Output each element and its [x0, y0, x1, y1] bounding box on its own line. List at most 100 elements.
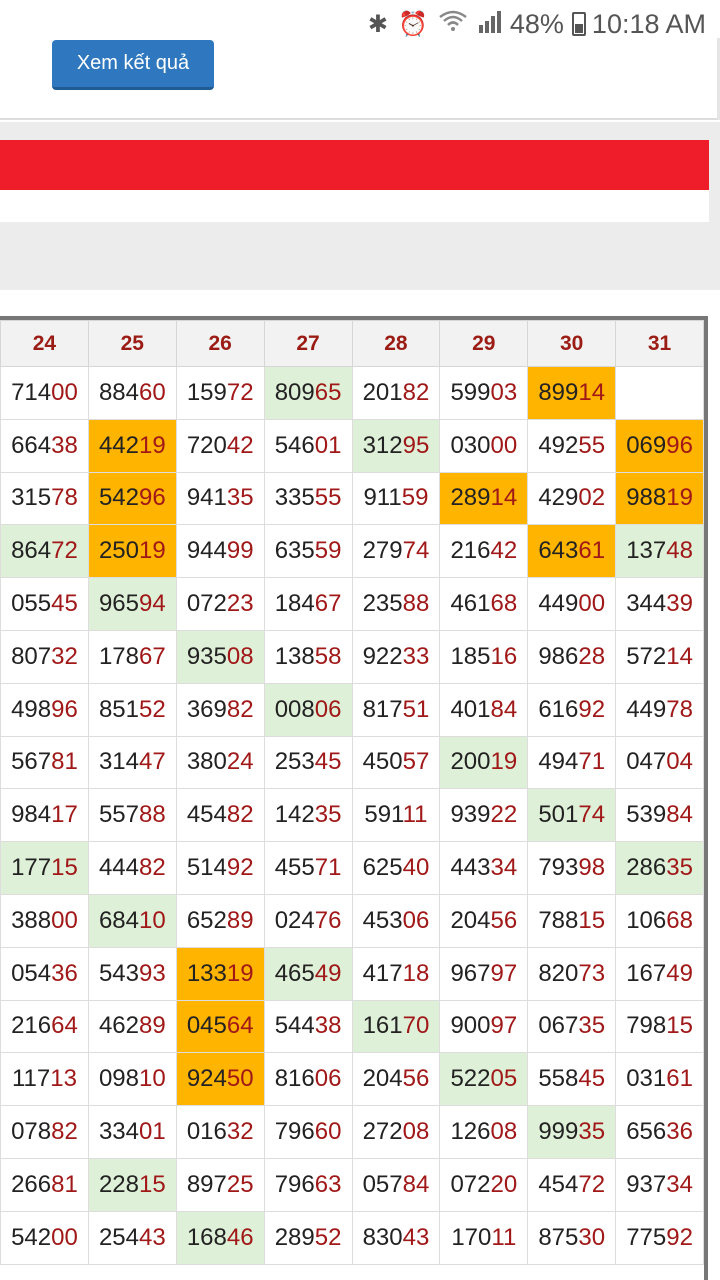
table-cell: 93734 — [615, 1157, 704, 1212]
column-header-31: 31 — [615, 320, 704, 367]
table-cell: 09810 — [87, 1052, 177, 1107]
table-cell: 93922 — [439, 788, 529, 843]
view-result-button[interactable]: Xem kết quả — [52, 40, 214, 90]
table-cell: 86472 — [0, 524, 89, 579]
table-row: 05436 54393 13319 46549 41718 96797 82073 16749 — [0, 946, 704, 1001]
table-cell: 40184 — [439, 682, 529, 737]
table-cell: 62540 — [351, 841, 441, 895]
table-cell: 59903 — [439, 366, 529, 420]
table-cell: 31447 — [87, 735, 177, 790]
table-cell: 99935 — [527, 1105, 617, 1159]
table-row: 21664 46289 04564 54438 16170 90097 06735 79815 — [0, 999, 704, 1054]
clock: 10:18 AM — [591, 8, 706, 39]
table-cell: 18467 — [263, 577, 353, 631]
table-cell: 21642 — [439, 524, 529, 579]
table-cell: 31295 — [351, 418, 441, 473]
table-cell: 12608 — [439, 1105, 529, 1159]
spacer — [0, 290, 720, 316]
table-cell: 88460 — [87, 366, 177, 420]
table-cell: 98628 — [527, 629, 617, 684]
table-row: 49896 85152 36982 00806 81751 40184 61692 44978 — [0, 682, 704, 737]
table-cell: 96594 — [87, 577, 177, 631]
table-cell: 71400 — [0, 366, 89, 420]
column-header-28: 28 — [351, 320, 441, 367]
table-cell: 20019 — [439, 735, 529, 790]
table-cell: 45482 — [175, 788, 265, 843]
table-cell: 79660 — [263, 1105, 353, 1159]
table-cell: 25019 — [87, 524, 177, 579]
column-header-25: 25 — [87, 320, 177, 367]
column-header-27: 27 — [263, 320, 353, 367]
table-row: 38800 68410 65289 02476 45306 20456 78815 10668 — [0, 893, 704, 948]
table-cell: 16170 — [351, 999, 441, 1054]
column-header-29: 29 — [439, 320, 529, 367]
table-cell: 17011 — [439, 1210, 529, 1265]
table-cell: 42902 — [527, 471, 617, 526]
table-cell: 64361 — [527, 524, 617, 579]
table-cell: 53984 — [615, 788, 704, 843]
table-cell: 46549 — [263, 946, 353, 1001]
table-cell: 80965 — [263, 366, 353, 420]
grey-band — [0, 222, 709, 290]
table-cell: 79663 — [263, 1157, 353, 1212]
table-row: 31578 54296 94135 33555 91159 28914 42902 98819 — [0, 471, 704, 526]
table-cell: 98819 — [615, 471, 704, 526]
table-cell: 26681 — [0, 1157, 89, 1212]
table-row: 86472 25019 94499 63559 27974 21642 64361 13748 — [0, 524, 704, 579]
table-cell: 02476 — [263, 893, 353, 948]
table-cell: 54200 — [0, 1210, 89, 1265]
bluetooth-icon: ✱ — [367, 10, 388, 38]
table-cell: 13319 — [175, 946, 265, 1001]
table-cell: 92450 — [175, 1052, 265, 1107]
table-cell: 23588 — [351, 577, 441, 631]
table-row: 11713 09810 92450 81606 20456 52205 55845 03161 — [0, 1052, 704, 1107]
table-cell: 55788 — [87, 788, 177, 843]
table-cell: 54438 — [263, 999, 353, 1054]
table-cell: 05436 — [0, 946, 89, 1001]
table-cell: 36982 — [175, 682, 265, 737]
table-cell: 63559 — [263, 524, 353, 579]
table-cell: 94135 — [175, 471, 265, 526]
table-row: 26681 22815 89725 79663 05784 07220 45472 93734 — [0, 1157, 704, 1212]
table-cell: 79398 — [527, 841, 617, 895]
table-cell — [615, 366, 704, 420]
table-cell: 85152 — [87, 682, 177, 737]
table-cell: 83043 — [351, 1210, 441, 1265]
table-cell: 91159 — [351, 471, 441, 526]
table-cell: 65636 — [615, 1105, 704, 1159]
table-cell: 04564 — [175, 999, 265, 1054]
table-cell: 33401 — [87, 1105, 177, 1159]
table-cell: 10668 — [615, 893, 704, 948]
table-cell: 20456 — [439, 893, 529, 948]
table-cell: 25443 — [87, 1210, 177, 1265]
table-cell: 04704 — [615, 735, 704, 790]
table-cell: 11713 — [0, 1052, 89, 1107]
results-table: 24 25 26 27 28 29 30 31 71400 88460 15972 80965 201… — [0, 320, 704, 1265]
table-cell: 89725 — [175, 1157, 265, 1212]
table-cell: 03000 — [439, 418, 529, 473]
table-cell: 07220 — [439, 1157, 529, 1212]
table-cell: 25345 — [263, 735, 353, 790]
table-cell: 13748 — [615, 524, 704, 579]
table-cell: 45472 — [527, 1157, 617, 1212]
alarm-icon: ⏰ — [397, 10, 428, 38]
table-cell: 54296 — [87, 471, 177, 526]
column-header-26: 26 — [175, 320, 265, 367]
results-table-container[interactable]: 24 25 26 27 28 29 30 31 71400 88460 15972 80965 201… — [0, 316, 708, 1280]
table-cell: 28952 — [263, 1210, 353, 1265]
table-row: 05545 96594 07223 18467 23588 46168 44900 34439 — [0, 577, 704, 631]
table-cell: 07882 — [0, 1105, 89, 1159]
table-cell: 89914 — [527, 366, 617, 420]
table-cell: 49896 — [0, 682, 89, 737]
table-row: 54200 25443 16846 28952 83043 17011 87530 77592 — [0, 1210, 704, 1265]
table-cell: 44482 — [87, 841, 177, 895]
table-cell: 38024 — [175, 735, 265, 790]
table-cell: 05784 — [351, 1157, 441, 1212]
table-cell: 59111 — [351, 788, 441, 843]
table-cell: 44219 — [87, 418, 177, 473]
table-cell: 17715 — [0, 841, 89, 895]
table-cell: 01632 — [175, 1105, 265, 1159]
table-cell: 50174 — [527, 788, 617, 843]
table-row: 80732 17867 93508 13858 92233 18516 98628 57214 — [0, 629, 704, 684]
table-cell: 31578 — [0, 471, 89, 526]
